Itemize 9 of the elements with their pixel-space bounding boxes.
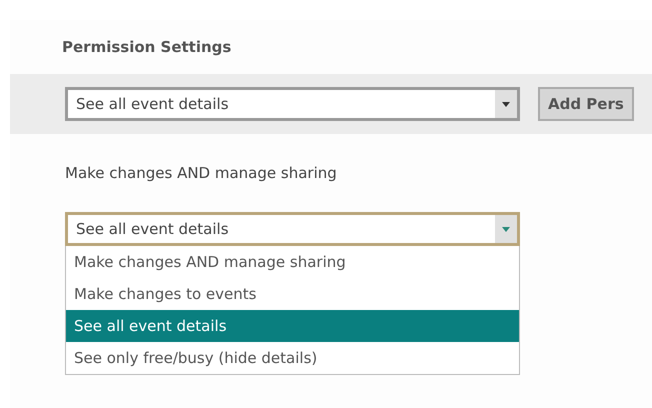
add-person-button[interactable]: Add Pers bbox=[538, 87, 634, 121]
dropdown-option[interactable]: See all event details bbox=[66, 310, 519, 342]
dropdown-option[interactable]: See only free/busy (hide details) bbox=[66, 342, 519, 374]
permission-select[interactable]: See all event details bbox=[65, 212, 520, 246]
permission-label: Make changes AND manage sharing bbox=[64, 163, 338, 184]
dropdown-option[interactable]: Make changes to events bbox=[66, 278, 519, 310]
section-heading: Permission Settings bbox=[61, 37, 232, 58]
dropdown-option[interactable]: Make changes AND manage sharing bbox=[66, 246, 519, 278]
permission-select[interactable]: See all event details bbox=[65, 87, 520, 121]
